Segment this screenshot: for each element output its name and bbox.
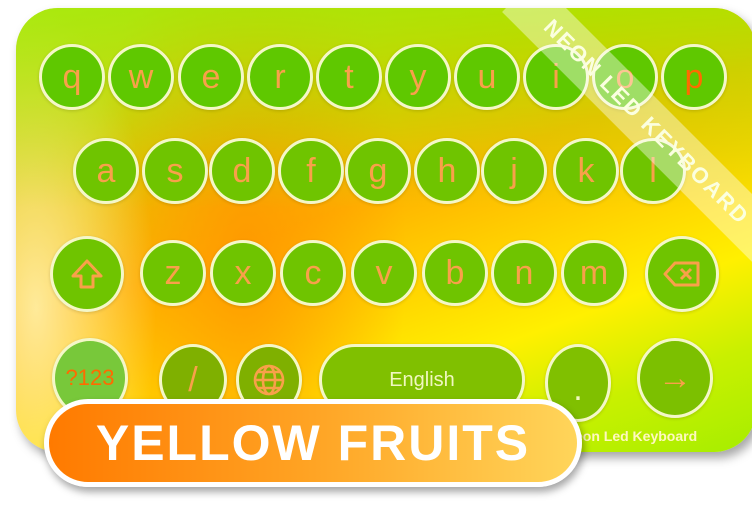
key-z[interactable]: z <box>140 240 206 306</box>
key-y[interactable]: y <box>385 44 451 110</box>
key-b[interactable]: b <box>422 240 488 306</box>
enter-key[interactable]: → <box>637 338 713 418</box>
key-m[interactable]: m <box>561 240 627 306</box>
key-x[interactable]: x <box>210 240 276 306</box>
backspace-icon <box>663 261 700 287</box>
shift-key[interactable] <box>50 236 124 312</box>
key-c[interactable]: c <box>280 240 346 306</box>
key-e[interactable]: e <box>178 44 244 110</box>
key-f[interactable]: f <box>278 138 344 204</box>
key-n[interactable]: n <box>491 240 557 306</box>
backspace-key[interactable] <box>645 236 719 312</box>
key-q[interactable]: q <box>39 44 105 110</box>
key-d[interactable]: d <box>209 138 275 204</box>
key-r[interactable]: r <box>247 44 313 110</box>
key-p[interactable]: p <box>661 44 727 110</box>
key-u[interactable]: u <box>454 44 520 110</box>
key-k[interactable]: k <box>553 138 619 204</box>
key-a[interactable]: a <box>73 138 139 204</box>
key-t[interactable]: t <box>316 44 382 110</box>
globe-icon <box>253 364 285 396</box>
key-s[interactable]: s <box>142 138 208 204</box>
key-j[interactable]: j <box>481 138 547 204</box>
shift-arrow-icon <box>71 259 103 289</box>
keyboard-preview: q w e r t y u i o p a s d f g h j k l z … <box>16 8 752 452</box>
key-g[interactable]: g <box>345 138 411 204</box>
brand-label: eon Led Keyboard <box>575 428 698 444</box>
theme-title-banner: YELLOW FRUITS <box>44 399 582 487</box>
key-h[interactable]: h <box>414 138 480 204</box>
key-v[interactable]: v <box>351 240 417 306</box>
key-w[interactable]: w <box>108 44 174 110</box>
